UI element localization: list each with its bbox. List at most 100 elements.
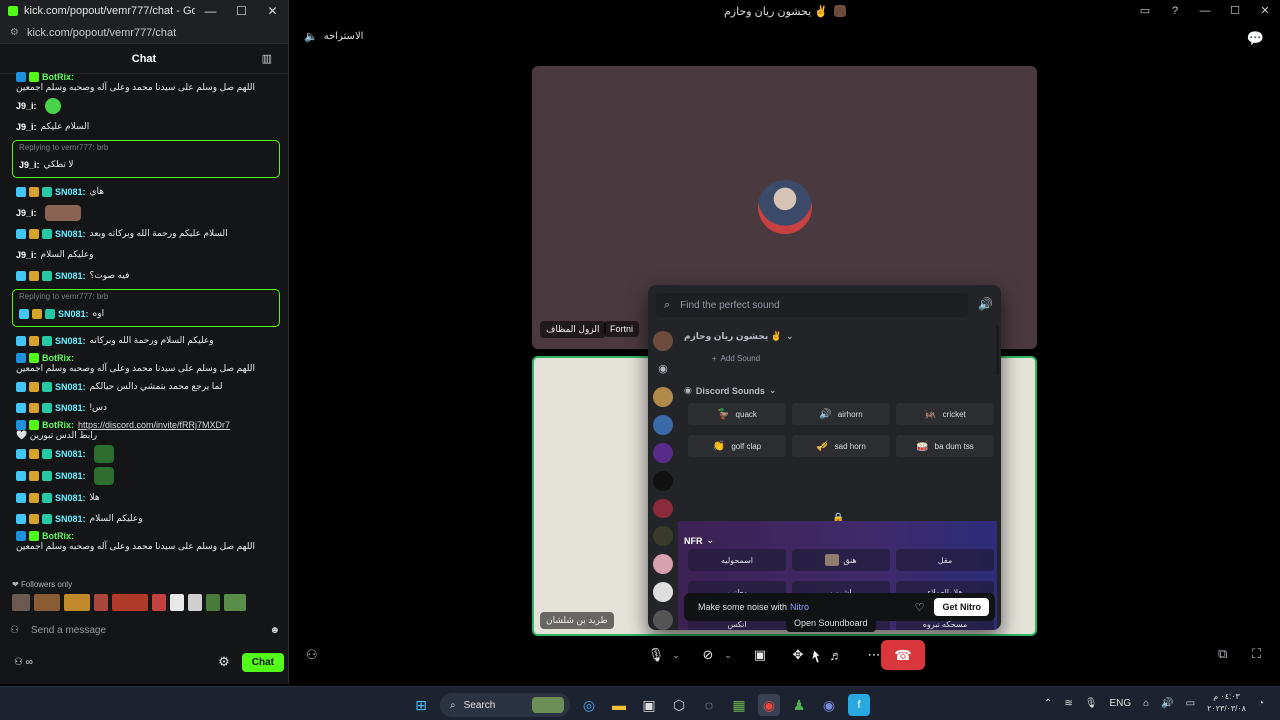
chat-username[interactable]: J9_i: bbox=[16, 208, 37, 218]
file-explorer-icon[interactable]: ▬ bbox=[608, 694, 630, 716]
camera-off-icon[interactable]: ⊘ bbox=[697, 644, 719, 666]
discord-logo-icon[interactable]: ◉ bbox=[653, 358, 673, 379]
battery-icon[interactable]: ▭ bbox=[1186, 698, 1195, 709]
emote[interactable] bbox=[64, 594, 90, 611]
chat-username[interactable]: SN081: bbox=[55, 493, 86, 503]
chat-username[interactable]: BotRix: bbox=[42, 420, 74, 430]
chat-username[interactable]: SN081: bbox=[55, 449, 86, 459]
emote[interactable] bbox=[152, 594, 166, 611]
start-icon[interactable]: ⊞ bbox=[410, 694, 432, 716]
emote[interactable] bbox=[12, 594, 30, 611]
emote[interactable] bbox=[188, 594, 202, 611]
minimize-icon[interactable]: — bbox=[1190, 0, 1220, 22]
app-icon[interactable]: ▦ bbox=[728, 694, 750, 716]
message-input[interactable]: ⚇ Send a message ☻ bbox=[10, 620, 280, 640]
nfr-section-header[interactable]: NFR ⌄ bbox=[684, 535, 714, 546]
chat-username[interactable]: J9_i: bbox=[16, 101, 37, 111]
app-icon[interactable]: f bbox=[848, 694, 870, 716]
app-icon[interactable]: ♟ bbox=[788, 694, 810, 716]
app-icon[interactable]: ⬡ bbox=[668, 694, 690, 716]
server-icon[interactable] bbox=[653, 582, 673, 603]
taskbar-search[interactable]: ⌕ Search bbox=[440, 693, 570, 717]
emoji-icon[interactable]: ☻ bbox=[269, 625, 280, 636]
chat-username[interactable]: SN081: bbox=[55, 471, 86, 481]
server-icon[interactable] bbox=[653, 610, 673, 630]
chat-username[interactable]: BotRix: bbox=[42, 72, 74, 82]
server-icon[interactable] bbox=[653, 554, 673, 575]
server-icon[interactable] bbox=[653, 386, 673, 407]
chat-username[interactable]: J9_i: bbox=[19, 160, 40, 170]
language-indicator[interactable]: ENG bbox=[1110, 698, 1132, 709]
screen-share-icon[interactable]: ▣ bbox=[749, 644, 771, 666]
discord-sounds-section[interactable]: ◉ Discord Sounds ⌄ bbox=[684, 385, 776, 396]
disconnect-button[interactable]: ☎ bbox=[881, 640, 925, 670]
chat-username[interactable]: SN081: bbox=[55, 187, 86, 197]
sound-button[interactable]: 👏 golf clap bbox=[688, 435, 786, 457]
volume-icon[interactable]: 🔊 bbox=[1161, 698, 1173, 709]
chevron-down-icon[interactable]: ⌄ bbox=[671, 644, 681, 666]
edge-icon[interactable]: ◎ bbox=[578, 694, 600, 716]
volume-icon[interactable]: 🔊 bbox=[978, 297, 993, 311]
reply-context[interactable]: Replying to vemr777: brb bbox=[19, 143, 273, 152]
chat-username[interactable]: SN081: bbox=[55, 382, 86, 392]
sound-button[interactable]: 🎺 sad horn bbox=[792, 435, 890, 457]
chat-username[interactable]: SN081: bbox=[55, 229, 86, 239]
chat-username[interactable]: J9_i: bbox=[16, 250, 37, 260]
chat-username[interactable]: BotRix: bbox=[42, 353, 74, 363]
emote[interactable] bbox=[112, 594, 148, 611]
discord-icon[interactable]: ◉ bbox=[818, 694, 840, 716]
chrome-icon[interactable]: ◉ bbox=[758, 694, 780, 716]
points-icon[interactable]: ⚇ ∞ bbox=[14, 657, 33, 668]
chat-username[interactable]: SN081: bbox=[55, 271, 86, 281]
sound-button[interactable]: 🥁 ba dum tss bbox=[896, 435, 994, 457]
inbox-icon[interactable]: ▭ bbox=[1130, 0, 1160, 22]
get-nitro-button[interactable]: Get Nitro bbox=[934, 598, 989, 616]
chat-username[interactable]: SN081: bbox=[55, 514, 86, 524]
app-icon[interactable]: ◌ bbox=[698, 694, 720, 716]
microphone-icon[interactable]: 🎙 bbox=[1085, 698, 1098, 709]
chevron-up-icon[interactable]: ⌃ bbox=[1044, 698, 1052, 709]
gear-icon[interactable]: ⚙ bbox=[218, 654, 230, 670]
close-icon[interactable]: ✕ bbox=[1250, 0, 1280, 22]
scrollbar[interactable] bbox=[996, 325, 999, 375]
emote[interactable] bbox=[34, 594, 60, 611]
chat-bubble-icon[interactable]: 💬 bbox=[1247, 30, 1264, 47]
store-icon[interactable]: ▣ bbox=[638, 694, 660, 716]
chat-username[interactable]: BotRix: bbox=[42, 531, 74, 541]
soundboard-icon[interactable]: ♬ bbox=[825, 644, 847, 666]
notifications-icon[interactable]: ◔ bbox=[1258, 698, 1264, 709]
activities-icon[interactable]: ✥ bbox=[787, 644, 809, 666]
microphone-icon[interactable]: 🎙 bbox=[645, 644, 667, 666]
chat-settings-icon[interactable]: ⚇ bbox=[10, 625, 19, 636]
add-activity-icon[interactable]: ⚇ bbox=[306, 647, 318, 663]
close-button[interactable]: ✕ bbox=[257, 4, 288, 18]
sound-button[interactable]: 🦆 quack bbox=[688, 403, 786, 425]
chat-username[interactable]: SN081: bbox=[55, 403, 86, 413]
server-sound-section[interactable]: يحشون ريان وحازم ✌️ ⌄ bbox=[684, 331, 793, 342]
chevron-down-icon[interactable]: ⌄ bbox=[723, 644, 733, 666]
server-icon[interactable] bbox=[653, 331, 673, 351]
wifi-icon[interactable]: ≋ bbox=[1064, 698, 1072, 709]
sound-button[interactable]: اسمحوليه bbox=[688, 549, 786, 571]
chat-stats-icon[interactable]: ▥ bbox=[262, 52, 272, 65]
emote[interactable] bbox=[224, 594, 246, 611]
server-icon[interactable] bbox=[653, 414, 673, 435]
address-bar[interactable]: ⚙ kick.com/popout/vemr777/chat bbox=[0, 22, 288, 44]
sound-button[interactable]: 🦗 cricket bbox=[896, 403, 994, 425]
popout-icon[interactable]: ⧉ bbox=[1218, 646, 1227, 662]
add-sound-button[interactable]: + Add Sound bbox=[688, 349, 784, 367]
server-icon[interactable] bbox=[653, 470, 673, 491]
maximize-icon[interactable]: ☐ bbox=[1220, 0, 1250, 22]
sound-button[interactable]: هنق bbox=[792, 549, 890, 571]
chat-link[interactable]: https://discord.com/invite/fRRj7MXDr7 bbox=[78, 420, 230, 430]
server-icon[interactable] bbox=[653, 498, 673, 519]
server-icon[interactable] bbox=[653, 442, 673, 463]
emote[interactable] bbox=[94, 594, 108, 611]
chat-send-button[interactable]: Chat bbox=[241, 652, 284, 672]
network-icon[interactable]: ⌂ bbox=[1143, 698, 1149, 709]
minimize-button[interactable]: — bbox=[195, 4, 226, 18]
help-icon[interactable]: ? bbox=[1160, 0, 1190, 22]
site-info-icon[interactable]: ⚙ bbox=[10, 27, 19, 38]
reply-context[interactable]: Replying to vemr777: brb bbox=[19, 292, 273, 301]
clock[interactable]: ٠٤:٠٣ م ٢٠٢٣/٠٣/٠٨ bbox=[1207, 691, 1246, 715]
